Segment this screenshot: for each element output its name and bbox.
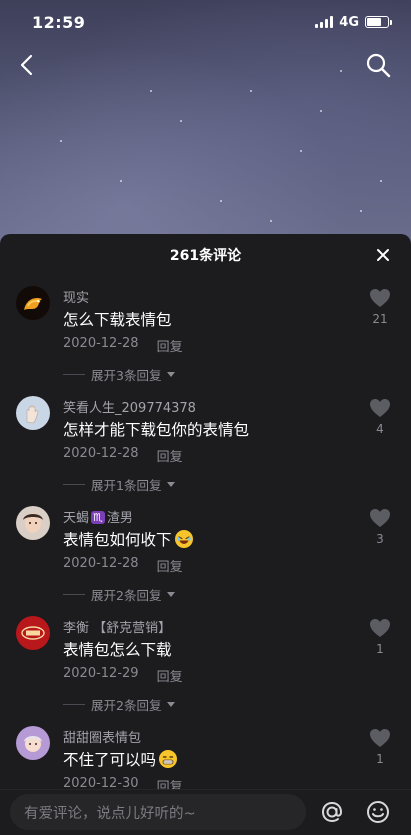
reply-button[interactable]: 回复 <box>157 556 183 575</box>
caret-down-icon <box>167 591 176 597</box>
portrait-avatar-icon <box>16 506 50 540</box>
network-type: 4G <box>339 14 359 30</box>
close-button[interactable] <box>375 247 391 263</box>
comment-meta: 2020-12-28 回复 <box>63 556 183 575</box>
like-button[interactable]: 1 <box>369 728 391 766</box>
divider <box>63 374 85 375</box>
comment-username[interactable]: 笑看人生_209774378 <box>63 397 196 416</box>
expand-replies-label: 展开2条回复 <box>91 588 162 603</box>
comment-meta: 2020-12-28 回复 <box>63 336 183 355</box>
chevron-left-icon <box>20 54 33 76</box>
smiley-icon <box>367 801 389 823</box>
at-icon <box>321 801 343 823</box>
like-count: 1 <box>376 642 384 656</box>
caret-down-icon <box>167 701 176 707</box>
red-logo-avatar-icon <box>16 616 50 650</box>
close-icon <box>377 249 389 261</box>
caret-down-icon <box>167 481 176 487</box>
battery-icon <box>365 16 392 28</box>
like-button[interactable]: 21 <box>369 288 391 326</box>
back-button[interactable] <box>14 50 44 80</box>
expand-replies-label: 展开2条回复 <box>91 698 162 713</box>
expand-replies-button[interactable]: 展开3条回复 <box>63 365 176 384</box>
comment-item: 现实 怎么下载表情包 2020-12-28 回复 展开3条回复 21 <box>0 276 411 386</box>
avatar[interactable] <box>16 506 50 540</box>
like-button[interactable]: 4 <box>369 398 391 436</box>
comment-text: 怎么下载表情包 <box>63 311 172 329</box>
comment-input[interactable]: 有爱评论，说点儿好听的~ <box>10 794 306 830</box>
comment-meta: 2020-12-28 回复 <box>63 446 183 465</box>
comment-username[interactable]: 现实 <box>63 287 89 306</box>
grinning-emoji-icon <box>159 750 178 768</box>
hand-avatar-icon <box>16 396 50 430</box>
status-time: 12:59 <box>32 12 86 32</box>
comment-date: 2020-12-28 <box>63 556 139 571</box>
heart-icon <box>370 399 390 417</box>
avatar[interactable] <box>16 726 50 760</box>
expand-replies-button[interactable]: 展开2条回复 <box>63 585 176 604</box>
mention-button[interactable] <box>318 798 346 826</box>
scorpio-icon: ♏ <box>91 511 105 524</box>
like-count: 1 <box>376 752 384 766</box>
heart-icon <box>370 289 390 307</box>
comment-username[interactable]: 天蝎 ♏ 渣男 <box>63 507 133 526</box>
reply-button[interactable]: 回复 <box>157 336 183 355</box>
expand-replies-label: 展开3条回复 <box>91 368 162 383</box>
expand-replies-button[interactable]: 展开2条回复 <box>63 695 176 714</box>
reply-button[interactable]: 回复 <box>157 446 183 465</box>
comment-item: 笑看人生_209774378 怎样才能下载包你的表情包 2020-12-28 回… <box>0 386 411 496</box>
like-button[interactable]: 1 <box>369 618 391 656</box>
search-icon <box>366 53 391 78</box>
avatar[interactable] <box>16 616 50 650</box>
comment-text-body: 表情包如何收下 <box>63 531 172 549</box>
laughing-emoji-icon <box>174 530 193 548</box>
avatar[interactable] <box>16 286 50 320</box>
comment-item: 天蝎 ♏ 渣男 表情包如何收下 2020-12-28 回复 展开2条回复 3 <box>0 496 411 606</box>
like-count: 3 <box>376 532 384 546</box>
comment-text: 怎样才能下载包你的表情包 <box>63 421 250 439</box>
comment-text-body: 不住了可以吗 <box>63 751 157 769</box>
like-button[interactable]: 3 <box>369 508 391 546</box>
comment-input-bar: 有爱评论，说点儿好听的~ <box>0 789 411 835</box>
comments-count-title: 261条评论 <box>169 248 242 264</box>
like-count: 4 <box>376 422 384 436</box>
comment-text: 表情包怎么下载 <box>63 641 172 659</box>
comment-date: 2020-12-28 <box>63 446 139 461</box>
heart-icon <box>370 619 390 637</box>
expand-replies-label: 展开1条回复 <box>91 478 162 493</box>
signal-icon <box>315 16 334 28</box>
lion-avatar-icon <box>16 286 50 320</box>
expand-replies-button[interactable]: 展开1条回复 <box>63 475 176 494</box>
heart-icon <box>370 729 390 747</box>
heart-icon <box>370 509 390 527</box>
username-suffix: 渣男 <box>106 511 133 526</box>
divider <box>63 704 85 705</box>
divider <box>63 594 85 595</box>
search-button[interactable] <box>363 50 393 80</box>
comment-username[interactable]: 甜甜圈表情包 <box>63 727 141 746</box>
comment-text: 不住了可以吗 <box>63 748 178 770</box>
comment-item: 李衡 【舒克营销】 表情包怎么下载 2020-12-29 回复 展开2条回复 1 <box>0 606 411 716</box>
comments-sheet: 261条评论 现实 怎么下载表情包 2020-12-28 回复 展开3条回复 2… <box>0 234 411 835</box>
avatar[interactable] <box>16 396 50 430</box>
top-nav <box>0 48 411 84</box>
status-icons: 4G <box>315 14 392 30</box>
caret-down-icon <box>167 371 176 377</box>
username-prefix: 天蝎 <box>63 511 90 526</box>
comment-username[interactable]: 李衡 【舒克营销】 <box>63 617 171 636</box>
comment-text: 表情包如何收下 <box>63 528 193 550</box>
comment-list: 现实 怎么下载表情包 2020-12-28 回复 展开3条回复 21 笑看人生_… <box>0 276 411 826</box>
like-count: 21 <box>372 312 388 326</box>
status-bar: 12:59 4G <box>0 0 411 44</box>
comment-meta: 2020-12-29 回复 <box>63 666 183 685</box>
divider <box>63 484 85 485</box>
sheet-header: 261条评论 <box>0 234 411 276</box>
girl-avatar-icon <box>16 726 50 760</box>
comment-date: 2020-12-29 <box>63 666 139 681</box>
reply-button[interactable]: 回复 <box>157 666 183 685</box>
comment-date: 2020-12-28 <box>63 336 139 351</box>
emoji-button[interactable] <box>364 798 392 826</box>
